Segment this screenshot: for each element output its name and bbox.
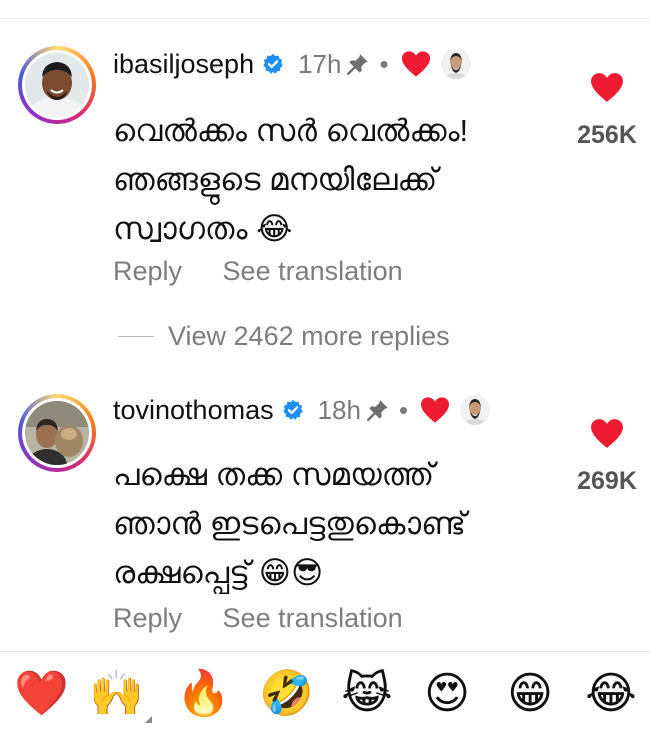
comment-line: വെൽക്കം സർ വെൽക്കം! — [113, 113, 469, 148]
comment-line: രക്ഷപ്പെട്ട് 😁😎 — [113, 555, 324, 590]
creator-heart-icon — [421, 397, 450, 423]
quick-reaction-bar: ❤️ 🙌 🔥 🤣 😹 😍 😁 😂 — [0, 668, 650, 724]
reaction-fire-emoji[interactable]: 🔥 — [176, 668, 231, 720]
view-more-replies[interactable]: View 2462 more replies — [118, 318, 450, 354]
timestamp: 17h — [298, 48, 342, 79]
creator-avatar — [440, 49, 471, 79]
pin-icon — [367, 400, 388, 421]
like-heart-icon[interactable] — [590, 418, 624, 449]
reaction-rofl-emoji[interactable]: 🤣 — [259, 668, 314, 720]
comment-actions: Reply See translation — [113, 603, 403, 634]
separator-dot: • — [379, 48, 389, 79]
reply-button[interactable]: Reply — [113, 256, 182, 287]
separator-dot: • — [398, 394, 409, 425]
see-translation-button[interactable]: See translation — [223, 603, 403, 634]
username[interactable]: tovinothomas — [113, 395, 274, 426]
view-more-replies-label[interactable]: View 2462 more replies — [168, 321, 450, 352]
like-column: 269K — [566, 418, 648, 496]
comment-header: tovinothomas 18h • — [113, 390, 491, 430]
comment-line: ഞങ്ങളുടെ മനയിലേക്ക് — [113, 162, 438, 197]
reaction-raising-hands-emoji[interactable]: 🙌 — [89, 668, 144, 720]
comment-line: പക്ഷെ തക്ക സമയത്ത് — [113, 457, 435, 492]
reaction-heart-eyes-emoji[interactable]: 😍 — [421, 668, 473, 720]
comment-line: ഞാൻ ഇടപെട്ടതുകൊണ്ട് — [113, 506, 466, 541]
reaction-tears-of-joy-emoji[interactable]: 😂 — [585, 668, 637, 720]
like-column: 256K — [566, 72, 648, 150]
avatar-photo-icon — [25, 53, 89, 117]
replies-divider-line — [118, 335, 154, 337]
like-heart-icon[interactable] — [590, 72, 624, 103]
top-divider — [0, 18, 650, 19]
creator-heart-icon — [401, 51, 430, 77]
pin-icon — [347, 54, 369, 75]
reaction-bar-divider — [0, 651, 650, 652]
creator-avatar-icon — [460, 395, 491, 425]
reaction-heart-emoji[interactable]: ❤️ — [14, 668, 69, 720]
like-count: 256K — [577, 121, 637, 149]
avatar[interactable] — [18, 46, 96, 124]
creator-avatar — [460, 395, 491, 425]
reaction-cat-joy-emoji[interactable]: 😹 — [341, 668, 393, 720]
comment-text: പക്ഷെ തക്ക സമയത്ത് ഞാൻ ഇടപെട്ടതുകൊണ്ട് ര… — [113, 450, 543, 597]
comment-text: വെൽക്കം സർ വെൽക്കം! ഞങ്ങളുടെ മനയിലേക്ക് … — [113, 106, 543, 253]
reaction-grin-emoji[interactable]: 😁 — [504, 668, 556, 720]
resize-corner-icon — [145, 716, 152, 723]
creator-avatar-icon — [440, 49, 471, 79]
verified-badge-icon — [263, 53, 283, 74]
reply-button[interactable]: Reply — [113, 603, 182, 634]
see-translation-button[interactable]: See translation — [223, 256, 403, 287]
avatar[interactable] — [18, 394, 96, 472]
comment-actions: Reply See translation — [113, 256, 403, 287]
like-count: 269K — [577, 467, 637, 495]
verified-badge-icon — [282, 399, 303, 420]
comment-header: ibasiljoseph 17h • — [113, 44, 471, 84]
timestamp: 18h — [317, 394, 361, 425]
avatar-photo-icon — [25, 401, 89, 465]
comment-line: സ്വാഗതം 😂 — [113, 211, 293, 246]
username[interactable]: ibasiljoseph — [113, 49, 254, 80]
